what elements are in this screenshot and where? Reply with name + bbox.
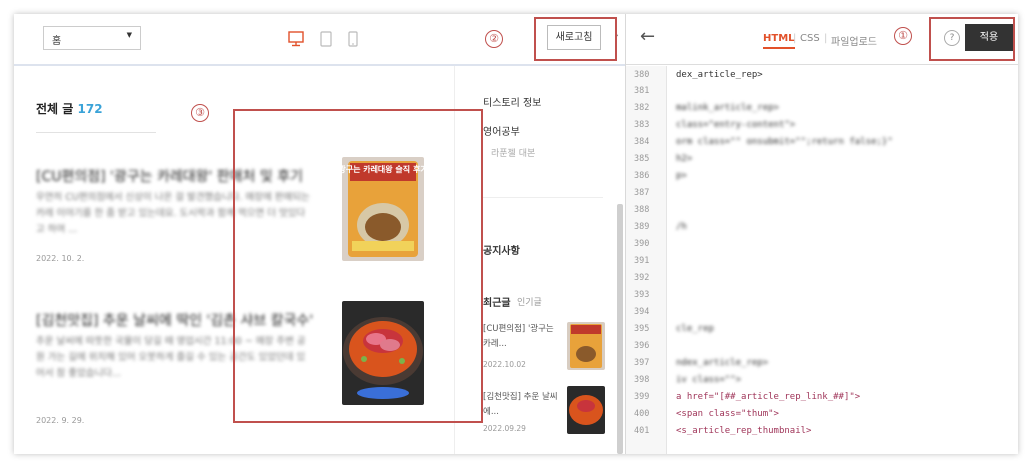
line-number: 392 <box>634 273 650 283</box>
list-heading-label: 전체 글 <box>36 102 74 116</box>
marker-2: ② <box>485 30 503 48</box>
code-line: /h <box>676 222 687 232</box>
code-line: class="entry-content"> <box>676 120 796 130</box>
code-area[interactable]: 380 381 382 383 384 385 386 387 388 389 … <box>626 66 1018 454</box>
line-number: 401 <box>634 426 650 436</box>
line-number: 391 <box>634 256 650 266</box>
tab-html[interactable]: HTML <box>763 33 795 49</box>
code-line: cle_rep <box>676 324 714 334</box>
line-number: 395 <box>634 324 650 334</box>
recent-post-date: 2022.09.29 <box>483 424 526 433</box>
line-number: 385 <box>634 154 650 164</box>
code-line: a href="[##_article_rep_link_##]"> <box>676 392 861 402</box>
mobile-icon[interactable] <box>348 31 358 47</box>
apply-button-highlight <box>929 17 1015 61</box>
post-date: 2022. 10. 2. <box>36 254 85 263</box>
code-editor-pane: ← HTML | CSS | 파일업로드 ? 적용 380 381 382 38… <box>626 14 1018 454</box>
line-number: 387 <box>634 188 650 198</box>
marker-3: ③ <box>191 104 209 122</box>
tab-separator: | <box>793 33 797 44</box>
line-number: 398 <box>634 375 650 385</box>
line-number: 390 <box>634 239 650 249</box>
line-number: 396 <box>634 341 650 351</box>
line-gutter: 380 381 382 383 384 385 386 387 388 389 … <box>626 66 667 454</box>
post-date: 2022. 9. 29. <box>36 416 85 425</box>
line-number: 393 <box>634 290 650 300</box>
code-line: malink_article_rep> <box>676 103 779 113</box>
preview-content-highlight <box>233 109 483 423</box>
desktop-icon[interactable] <box>288 31 304 47</box>
code-line: h2> <box>676 154 693 164</box>
line-number: 394 <box>634 307 650 317</box>
subcategory-link[interactable]: 라푼젤 대본 <box>491 146 535 159</box>
code-line: dex_article_rep> <box>676 70 763 80</box>
chevron-down-icon: ▼ <box>126 31 132 39</box>
code-line: <span class="thum"> <box>676 409 779 419</box>
preview-scrollbar[interactable] <box>617 204 623 454</box>
line-number: 380 <box>634 70 650 80</box>
refresh-button-highlight <box>534 17 617 61</box>
recent-post-title[interactable]: [김천맛집] 추운 날씨에... <box>483 390 561 420</box>
recent-post-thumbnail[interactable] <box>567 386 605 434</box>
line-number: 389 <box>634 222 650 232</box>
notice-label: 공지사항 <box>483 246 520 257</box>
line-number: 386 <box>634 171 650 181</box>
divider <box>36 132 156 133</box>
marker-1: ① <box>894 27 912 45</box>
tab-recent[interactable]: 최근글 <box>483 294 511 309</box>
code-line: orm class="" onsubmit="";return false;}" <box>676 137 893 147</box>
tab-popular[interactable]: 인기글 <box>517 295 542 308</box>
recent-post-date: 2022.10.02 <box>483 360 526 369</box>
category-link[interactable]: 영어공부 <box>483 123 520 138</box>
recent-post-title[interactable]: [CU편의점] '광구는 카레... <box>483 322 561 352</box>
code-line: iv class=""> <box>676 375 742 385</box>
code-line: p> <box>676 171 687 181</box>
tablet-icon[interactable] <box>320 31 332 47</box>
editor-window: 홈 ▼ 새로고침 › 전체 글 172 [CU편의점] '광구는 카레대왕' 판… <box>14 14 1018 454</box>
line-number: 384 <box>634 137 650 147</box>
line-number: 399 <box>634 392 650 402</box>
skin-select-value: 홈 <box>52 36 62 47</box>
line-number: 381 <box>634 86 650 96</box>
post-count: 172 <box>77 102 103 116</box>
tab-file-upload[interactable]: 파일업로드 <box>831 33 877 48</box>
divider <box>483 197 603 198</box>
tab-separator: | <box>824 33 828 44</box>
code-line: ndex_article_rep> <box>676 358 769 368</box>
back-arrow-icon[interactable]: ← <box>640 26 655 47</box>
recent-post-thumbnail[interactable] <box>567 322 605 370</box>
skin-select[interactable]: 홈 ▼ <box>43 26 141 50</box>
line-number: 382 <box>634 103 650 113</box>
line-number: 400 <box>634 409 650 419</box>
blog-info-label: 티스토리 정보 <box>483 98 542 109</box>
tab-css[interactable]: CSS <box>800 33 820 44</box>
list-heading: 전체 글 172 <box>36 100 103 117</box>
line-number: 388 <box>634 205 650 215</box>
code-line: <s_article_rep_thumbnail> <box>676 426 812 436</box>
line-number: 383 <box>634 120 650 130</box>
line-number: 397 <box>634 358 650 368</box>
